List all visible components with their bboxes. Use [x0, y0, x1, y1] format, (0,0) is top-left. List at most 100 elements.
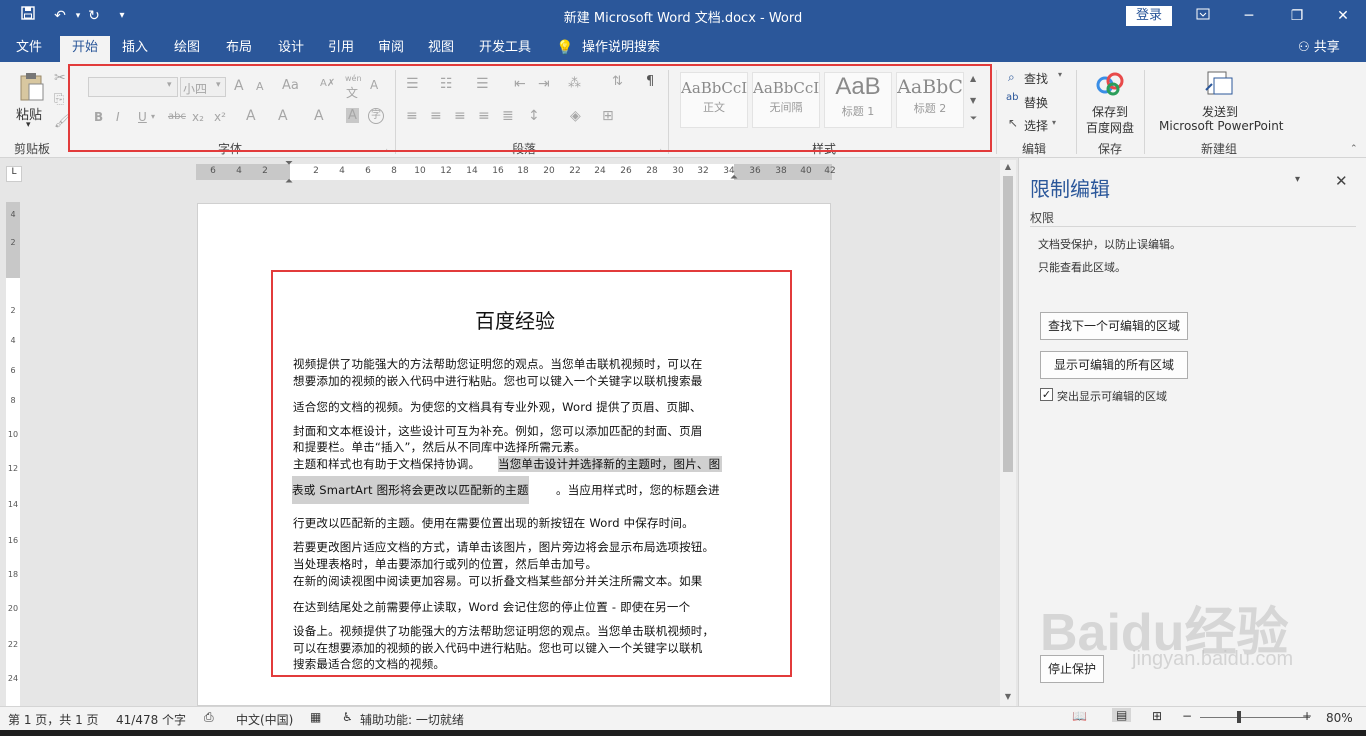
- styles-more-icon[interactable]: ⏷: [970, 114, 977, 124]
- editable-region-highlight[interactable]: 当您单击设计并选择新的主题时，图片、图: [498, 456, 723, 472]
- paragraph-dialog-launcher-icon[interactable]: ⌟: [658, 144, 662, 153]
- style-heading-2[interactable]: AaBbC 标题 2: [896, 72, 964, 128]
- save-to-netdisk-line1[interactable]: 保存到: [1092, 103, 1128, 120]
- zoom-slider[interactable]: [1200, 717, 1310, 718]
- copy-icon[interactable]: ⎘: [54, 92, 64, 107]
- select-icon[interactable]: ↖: [1008, 116, 1018, 130]
- share-button[interactable]: ⚇ 共享: [1298, 36, 1340, 62]
- doc-line[interactable]: 。当应用样式时，您的标题会进: [556, 482, 720, 498]
- increase-indent-icon[interactable]: ⇥: [538, 76, 550, 92]
- send-to-ppt-line1[interactable]: 发送到: [1202, 103, 1238, 120]
- sort-icon[interactable]: ⇅: [612, 74, 623, 89]
- subscript-button[interactable]: x₂: [192, 110, 204, 124]
- doc-line[interactable]: 主题和样式也有助于文档保持协调。: [293, 456, 480, 472]
- doc-line[interactable]: 若要更改图片适应文档的方式，请单击该图片，图片旁边将会显示布局选项按钮。: [293, 539, 714, 555]
- doc-line[interactable]: 搜索最适合您的文档的视频。: [293, 656, 445, 672]
- cut-icon[interactable]: ✂: [54, 70, 66, 86]
- scroll-thumb[interactable]: [1003, 176, 1013, 472]
- zoom-out-icon[interactable]: −: [1182, 709, 1192, 723]
- tab-references[interactable]: 引用: [320, 36, 362, 62]
- tab-view[interactable]: 视图: [420, 36, 462, 62]
- char-border-icon[interactable]: A: [370, 78, 378, 92]
- send-to-ppt-line2[interactable]: Microsoft PowerPoint: [1159, 119, 1284, 133]
- find-dropdown-icon[interactable]: ▾: [1058, 70, 1062, 79]
- grow-font-button[interactable]: A: [234, 78, 244, 94]
- highlight-button[interactable]: A: [278, 108, 288, 124]
- web-layout-icon[interactable]: ⊞: [1152, 709, 1162, 723]
- left-indent-marker[interactable]: ⏶: [285, 176, 293, 187]
- show-marks-icon[interactable]: ¶: [646, 74, 654, 89]
- style-normal[interactable]: AaBbCcI 正文: [680, 72, 748, 128]
- tab-insert[interactable]: 插入: [114, 36, 156, 62]
- shrink-font-button[interactable]: A: [256, 80, 264, 93]
- doc-line[interactable]: 想要添加的视频的嵌入代码中进行粘贴。您也可以键入一个关键字以联机搜索最: [293, 373, 703, 389]
- login-button[interactable]: 登录: [1126, 6, 1172, 26]
- select-dropdown-icon[interactable]: ▾: [1052, 118, 1056, 127]
- chinese-layout-icon[interactable]: ⁂: [568, 76, 581, 91]
- line-spacing-icon[interactable]: ↕: [528, 108, 540, 124]
- scroll-up-icon[interactable]: ▲: [1000, 162, 1016, 171]
- shading-icon[interactable]: ◈: [570, 108, 581, 124]
- align-right-icon[interactable]: ≡: [454, 108, 466, 124]
- tab-file[interactable]: 文件: [8, 36, 50, 62]
- style-heading-1[interactable]: AaB 标题 1: [824, 72, 892, 128]
- styles-scroll-down-icon[interactable]: ▼: [970, 96, 976, 105]
- doc-line[interactable]: 和提要栏。单击“插入”，然后从不同库中选择所需元素。: [293, 439, 586, 455]
- show-all-editable-regions-button[interactable]: 显示可编辑的所有区域: [1040, 351, 1188, 379]
- zoom-level[interactable]: 80%: [1326, 711, 1353, 725]
- accessibility-icon[interactable]: ♿: [342, 710, 353, 724]
- doc-line[interactable]: 当处理表格时，单击要添加行或列的位置，然后单击加号。: [293, 556, 597, 572]
- underline-dropdown-icon[interactable]: ▾: [151, 112, 155, 121]
- tab-home[interactable]: 开始: [60, 36, 110, 62]
- enclose-char-button[interactable]: 字: [368, 108, 384, 124]
- tab-review[interactable]: 审阅: [370, 36, 412, 62]
- align-center-icon[interactable]: ≡: [430, 108, 442, 124]
- proofing-icon[interactable]: ⎙: [204, 710, 214, 725]
- vertical-ruler[interactable]: 4 2 2 4 6 8 10 12 14 16 18 20 22 24: [6, 202, 20, 706]
- doc-line[interactable]: 适合您的文档的视频。为使您的文档具有专业外观，Word 提供了页眉、页脚、: [293, 399, 702, 415]
- macro-icon[interactable]: ▦: [310, 710, 321, 724]
- zoom-slider-thumb[interactable]: [1237, 711, 1241, 723]
- editable-region-highlight[interactable]: 表或 SmartArt 图形将会更改以匹配新的主题: [292, 476, 529, 504]
- highlight-regions-checkbox[interactable]: ✓: [1040, 388, 1053, 401]
- text-effects-button[interactable]: A: [246, 108, 256, 124]
- align-left-icon[interactable]: ≡: [406, 108, 418, 124]
- tab-developer[interactable]: 开发工具: [474, 36, 536, 62]
- styles-scroll-up-icon[interactable]: ▲: [970, 74, 976, 83]
- phonetic-guide-button[interactable]: wén: [345, 74, 362, 83]
- close-icon[interactable]: ✕: [1320, 0, 1366, 32]
- paste-icon[interactable]: [18, 72, 46, 108]
- tab-selector-icon[interactable]: L: [6, 166, 22, 182]
- replace-icon[interactable]: ab: [1006, 92, 1018, 103]
- doc-line[interactable]: 可以在想要添加的视频的嵌入代码中进行粘贴。您也可以键入一个关键字以联机: [293, 640, 703, 656]
- pane-close-icon[interactable]: ✕: [1335, 172, 1348, 190]
- select-button[interactable]: 选择: [1024, 117, 1048, 134]
- change-case-button[interactable]: Aa: [282, 78, 299, 93]
- word-count[interactable]: 41/478 个字: [116, 711, 186, 728]
- doc-line[interactable]: 设备上。视频提供了功能强大的方法帮助您证明您的观点。当您单击联机视频时，: [293, 623, 714, 639]
- find-button[interactable]: 查找: [1024, 70, 1048, 87]
- bold-button[interactable]: B: [94, 110, 103, 124]
- right-indent-marker[interactable]: ⏶: [730, 172, 738, 183]
- baidu-netdisk-icon[interactable]: [1096, 72, 1124, 99]
- doc-line[interactable]: 在新的阅读视图中阅读更加容易。可以折叠文档某些部分并关注所需文本。如果: [293, 573, 703, 589]
- vertical-scrollbar[interactable]: ▲ ▼: [1000, 160, 1016, 706]
- restore-icon[interactable]: ❐: [1274, 0, 1320, 32]
- tab-design[interactable]: 设计: [270, 36, 312, 62]
- find-icon[interactable]: ⌕: [1008, 70, 1015, 85]
- language-indicator[interactable]: 中文(中国): [236, 711, 293, 728]
- decrease-indent-icon[interactable]: ⇤: [514, 76, 526, 92]
- font-dialog-launcher-icon[interactable]: ⌟: [384, 144, 388, 153]
- collapse-ribbon-icon[interactable]: ⌃: [1350, 144, 1358, 154]
- find-next-editable-region-button[interactable]: 查找下一个可编辑的区域: [1040, 312, 1188, 340]
- tab-draw[interactable]: 绘图: [166, 36, 208, 62]
- zoom-in-icon[interactable]: +: [1302, 709, 1312, 723]
- replace-button[interactable]: 替换: [1024, 94, 1048, 111]
- ribbon-display-icon[interactable]: [1180, 0, 1226, 32]
- underline-button[interactable]: U: [138, 110, 147, 124]
- strikethrough-button[interactable]: abc: [168, 111, 186, 122]
- clear-format-icon[interactable]: A✗: [320, 78, 335, 89]
- first-line-indent-marker[interactable]: ⏷: [285, 158, 293, 169]
- font-name-dropdown-icon[interactable]: ▾: [167, 80, 172, 90]
- accessibility-status[interactable]: 辅助功能: 一切就绪: [360, 711, 464, 728]
